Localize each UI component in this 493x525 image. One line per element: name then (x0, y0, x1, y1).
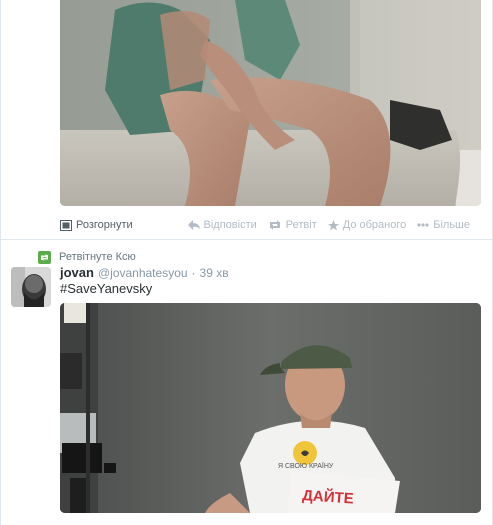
tweet-header: jovan @jovanhatesyou · 39 хв (60, 265, 229, 281)
retweet-icon (268, 220, 282, 230)
photo-icon (60, 219, 72, 231)
retweet-context[interactable]: Ретвітнуте Ксю (38, 249, 136, 265)
tweet-text[interactable]: #SaveYanevsky (60, 281, 152, 296)
favorite-button[interactable]: До обраного (327, 219, 407, 231)
more-label: Більше (433, 219, 470, 231)
svg-text:Я СВОЮ КРАЇНУ: Я СВОЮ КРАЇНУ (278, 462, 334, 470)
reply-icon (187, 220, 200, 230)
expand-label: Розгорнути (76, 219, 133, 231)
retweeted-by-label: Ретвітнуте Ксю (59, 251, 136, 263)
reply-label: Відповісти (203, 219, 257, 231)
tweet-divider (1, 239, 492, 240)
tweet-timestamp[interactable]: 39 хв (200, 266, 229, 280)
retweet-context-icon (38, 250, 51, 264)
header-separator: · (191, 266, 196, 280)
more-dots-icon (417, 223, 429, 227)
tweet-photo-bottom[interactable]: Я СВОЮ КРАЇНУ ДАЙТЕ (60, 303, 481, 513)
protest-sign-text: ДАЙТЕ (302, 486, 355, 508)
retweet-button[interactable]: Ретвіт (268, 219, 317, 231)
tweet-photo-top[interactable] (60, 0, 481, 206)
retweet-label: Ретвіт (285, 219, 317, 231)
expand-button[interactable]: Розгорнути (60, 219, 188, 231)
timeline-border-left (0, 0, 1, 525)
shirt-slogan: Я СВОЮ КРАЇНУ (278, 462, 334, 470)
author-fullname[interactable]: jovan (60, 265, 94, 280)
star-icon (327, 219, 339, 231)
reply-button[interactable]: Відповісти (187, 219, 257, 231)
author-username[interactable]: @jovanhatesyou (98, 266, 188, 280)
avatar[interactable] (11, 267, 51, 307)
favorite-label: До обраного (342, 219, 407, 231)
more-button[interactable]: Більше (417, 219, 470, 231)
svg-text:ДАЙТЕ: ДАЙТЕ (302, 486, 355, 508)
tweet-actions-top: Розгорнути Відповісти Ретвіт До обраного (60, 216, 481, 234)
